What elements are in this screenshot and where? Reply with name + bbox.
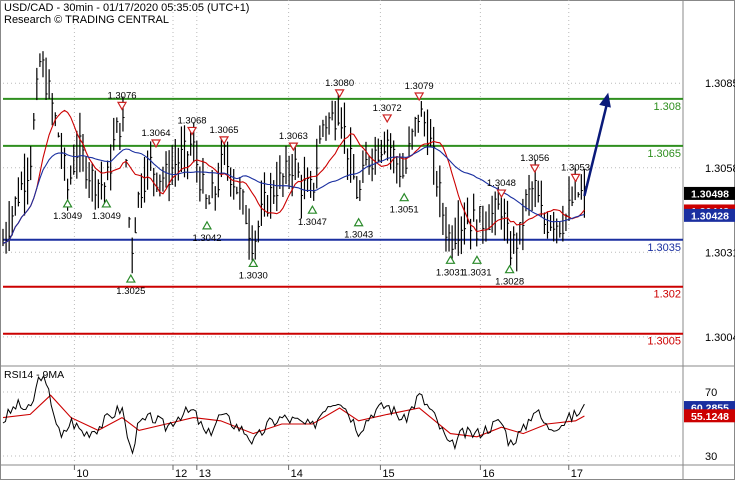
- key-level-label: 1.3005: [647, 336, 681, 348]
- x-tick-label: 13: [199, 468, 211, 480]
- swing-low-marker: [62, 198, 73, 208]
- swing-high-marker: [382, 114, 393, 124]
- y-tick-label: 1.3004: [705, 332, 735, 344]
- rsi-y-tick-label: 70: [705, 387, 717, 399]
- y-tick-label: 1.3031: [705, 247, 735, 259]
- swing-high-label: 1.3072: [373, 103, 402, 114]
- swing-high-label: 1.3068: [178, 115, 207, 126]
- swing-low-label: 1.3030: [239, 270, 268, 281]
- slow-moving-average-line: [2, 146, 585, 244]
- swing-high-marker: [187, 126, 198, 136]
- forecast-arrow-head: [599, 92, 611, 108]
- swing-high-label: 1.3080: [325, 78, 354, 89]
- x-tick-label: 10: [76, 468, 88, 480]
- swing-low-marker: [101, 198, 112, 208]
- swing-low-label: 1.3049: [53, 211, 82, 222]
- swing-low-label: 1.3028: [495, 277, 524, 288]
- swing-high-label: 1.3076: [107, 90, 136, 101]
- swing-high-label: 1.3064: [141, 128, 170, 139]
- key-level-label: 1.3065: [647, 148, 681, 160]
- swing-low-marker: [307, 204, 318, 214]
- swing-low-marker: [353, 217, 364, 227]
- forecast-arrow-shaft: [583, 98, 610, 197]
- swing-low-marker: [445, 255, 456, 264]
- swing-high-label: 1.3053: [561, 162, 590, 173]
- swing-low-label: 1.3051: [390, 205, 419, 216]
- swing-high-label: 1.3056: [520, 153, 549, 164]
- key-level-label: 1.3035: [647, 242, 681, 254]
- swing-high-marker: [334, 89, 345, 99]
- key-level-label: 1.302: [653, 289, 681, 301]
- swing-low-marker: [504, 264, 515, 274]
- swing-high-marker: [529, 164, 540, 174]
- swing-low-label: 1.3025: [116, 286, 145, 297]
- x-tick-label: 17: [571, 468, 583, 480]
- chart-source: Research © TRADING CENTRAL: [4, 14, 169, 26]
- swing-high-label: 1.3079: [405, 81, 434, 92]
- rsi-tag-text: 55.1248: [691, 411, 729, 423]
- swing-low-marker: [471, 255, 482, 264]
- x-tick-label: 15: [382, 468, 394, 480]
- swing-low-label: 1.3047: [298, 217, 327, 228]
- chart-svg: 10 12 13 14 15 16 17 1.3085 1.3058 1.3031 1.3004 70…: [0, 0, 735, 480]
- rsi-y-tick-label: 30: [705, 451, 717, 463]
- y-tick-label: 1.3085: [705, 78, 735, 90]
- price-tag-text: 1.30498: [691, 188, 729, 200]
- rsi-line: [2, 374, 585, 455]
- rsi-ma-line: [2, 394, 585, 438]
- swing-low-marker: [201, 220, 213, 230]
- x-tick-label: 12: [175, 468, 187, 480]
- key-level-label: 1.308: [653, 101, 681, 113]
- swing-high-label: 1.3063: [279, 131, 308, 142]
- swing-low-marker: [399, 192, 410, 202]
- swing-high-label: 1.3048: [487, 178, 516, 189]
- x-tick-label: 16: [482, 468, 494, 480]
- swing-low-label: 1.3031: [462, 267, 491, 278]
- price-tag-text: 1.30428: [691, 210, 729, 222]
- chart-root: 10 12 13 14 15 16 17 1.3085 1.3058 1.3031 1.3004 70…: [0, 0, 735, 480]
- swing-low-label: 1.3042: [192, 233, 221, 244]
- swing-high-marker: [116, 101, 128, 111]
- y-tick-label: 1.3058: [705, 163, 735, 175]
- swing-high-label: 1.3065: [209, 125, 238, 136]
- rsi-title: RSI14 - 9MA: [4, 369, 64, 381]
- x-tick-label: 14: [291, 468, 303, 480]
- swing-low-label: 1.3049: [92, 211, 121, 222]
- swing-low-marker: [248, 258, 259, 268]
- swing-low-label: 1.3031: [436, 267, 465, 278]
- swing-low-label: 1.3043: [344, 230, 373, 241]
- swing-low-marker: [125, 273, 136, 283]
- swing-high-marker: [570, 173, 581, 183]
